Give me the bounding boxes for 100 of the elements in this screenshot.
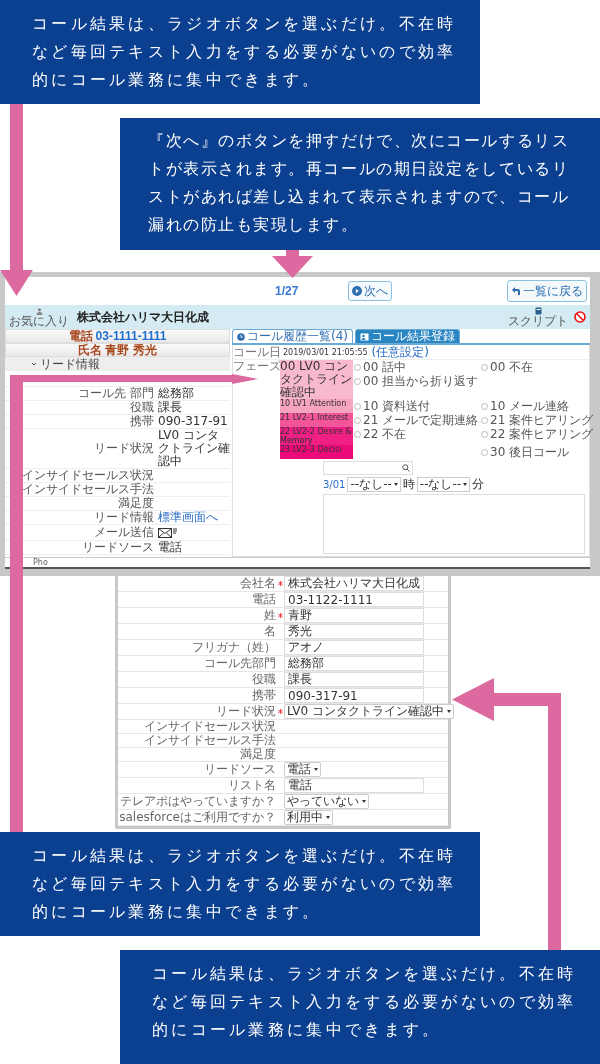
dropdown[interactable]: LV0 コンタクトライン確認中 xyxy=(284,704,455,719)
text-area[interactable] xyxy=(323,494,585,554)
radio-option[interactable]: 00 話中 xyxy=(354,360,481,374)
field-label: リードソース xyxy=(81,541,155,554)
favorite-label: お気に入り xyxy=(9,314,69,327)
field-label: 携帯 xyxy=(251,689,276,702)
script-label: スクリプト xyxy=(508,315,568,327)
envelope-icon xyxy=(158,526,178,539)
field-label: 携帯 xyxy=(129,415,155,428)
contact-name: 青野 秀光 xyxy=(104,341,158,359)
prohibited-icon xyxy=(574,311,586,323)
field-label: salesforceはご利用ですか？ xyxy=(118,811,276,824)
input-field[interactable]: 青野 xyxy=(284,608,424,623)
search-field[interactable] xyxy=(323,461,413,475)
field-label: リード状況 xyxy=(93,442,155,455)
down-arrow xyxy=(272,250,313,278)
field-label: 名 xyxy=(263,625,276,638)
hour-select[interactable]: --なし-- xyxy=(347,476,401,492)
field-label: テレアポはやっていますか？ xyxy=(119,795,276,808)
field-label: 役職 xyxy=(251,673,276,686)
phone-label: 電話 xyxy=(68,327,93,344)
field-label: インサイドセールス手法 xyxy=(143,734,276,747)
input-field[interactable]: 090-317-91 xyxy=(284,688,424,703)
input-field[interactable]: 総務部 xyxy=(284,656,424,671)
page-counter: 1/27 xyxy=(275,284,299,298)
link[interactable]: 標準画面へ xyxy=(158,511,218,524)
dropdown[interactable]: 利用中 xyxy=(284,810,333,825)
phase-item[interactable]: 10 LV1 Attention xyxy=(280,399,353,413)
field-label: 役職 xyxy=(129,401,155,414)
field-label: フリガナ（姓） xyxy=(191,641,276,654)
callout-text: コール結果は、ラジオボタンを選ぶだけ。不在時など毎回テキスト入力をする必要がないので効率的にコール業務に集中できます。 xyxy=(32,13,458,91)
field-label: コール先部門 xyxy=(203,657,276,670)
call-date: 2019/03/01 21:05:55 xyxy=(283,347,368,357)
field-label: 姓 xyxy=(263,609,276,622)
caret-icon xyxy=(326,816,330,819)
company-name: 株式会社ハリマ大日化成 xyxy=(77,308,209,326)
field-label: リード状況 xyxy=(215,705,276,718)
callout-text: コール結果は、ラジオボタンを選ぶだけ。不在時など毎回テキスト入力をする必要がないので効率的にコール業務に集中できます。 xyxy=(32,845,458,923)
field-label: リード情報 xyxy=(93,511,155,524)
phase-item[interactable]: 21 LV2-1 Interest xyxy=(280,413,353,427)
input-field[interactable]: 03-1122-1111 xyxy=(284,592,424,607)
field-label: 会社名 xyxy=(239,577,276,590)
field-label: 電話 xyxy=(251,593,276,606)
field-label: インサイドセールス状況 xyxy=(21,469,155,482)
caret-icon xyxy=(393,482,398,486)
phone-number: 03-1111-1111 xyxy=(95,329,167,343)
dropdown[interactable]: 電話 xyxy=(284,762,321,777)
contact-card-icon xyxy=(360,332,369,341)
next-button[interactable]: 次へ xyxy=(348,281,393,301)
input-field[interactable]: アオノ xyxy=(284,640,424,655)
minute-select[interactable]: --なし-- xyxy=(416,476,471,492)
radio-option[interactable]: 10 資料送付 xyxy=(354,399,481,413)
dropdown[interactable]: やっていない xyxy=(284,794,369,809)
field-label: 満足度 xyxy=(117,497,155,510)
field-label: リスト名 xyxy=(227,779,276,792)
caret-icon xyxy=(447,710,452,713)
field-label: コール日 xyxy=(233,345,280,359)
clock-icon xyxy=(237,332,245,341)
field-label: 満足度 xyxy=(239,748,276,761)
field-value: 課長 xyxy=(158,401,182,414)
radio-option[interactable]: 30 後日コール xyxy=(481,445,591,459)
radio-option[interactable]: 00 不在 xyxy=(481,360,591,374)
name-label: 氏名 xyxy=(77,342,102,358)
unit-label: 分 xyxy=(472,475,485,493)
field-value: LV0 コンタクトライン確認中 xyxy=(158,429,230,468)
field-label: メール送信 xyxy=(93,526,155,539)
input-field[interactable]: 株式会社ハリマ大日化成 xyxy=(284,576,424,591)
input-field[interactable]: 電話 xyxy=(284,778,424,793)
radio-option[interactable]: 00 担当から折り返す xyxy=(354,374,481,388)
tab[interactable]: コール履歴一覧(4) xyxy=(232,329,353,343)
section-header[interactable]: リード情報 xyxy=(5,357,230,371)
return-arrow-icon xyxy=(511,286,521,296)
input-field[interactable]: 課長 xyxy=(284,672,424,687)
phase-item[interactable]: 00 LV0 コンタクトライン確認中 xyxy=(280,360,353,399)
field-value: 電話 xyxy=(158,541,182,554)
field-label: インサイドセールス状況 xyxy=(143,720,276,733)
link[interactable]: 3/01 xyxy=(323,477,346,491)
play-icon xyxy=(352,286,363,296)
back-button[interactable]: 一覧に戻る xyxy=(507,280,587,302)
field-value: 総務部 xyxy=(158,387,194,400)
radio-option[interactable]: 21 メールで定期連絡 xyxy=(354,413,481,427)
search-icon xyxy=(402,464,410,472)
callout-text: 『次へ』のボタンを押すだけで、次にコールするリストが表示されます。再コールの期日設定をしているリストがあれば差し込まれて表示されますので、コール漏れの防止も実現します。 xyxy=(148,130,571,236)
footer-text: Pho xyxy=(33,558,48,567)
input-field[interactable]: 秀光 xyxy=(284,624,424,639)
link[interactable]: (任意設定) xyxy=(371,345,429,359)
field-label: インサイドセールス手法 xyxy=(21,483,155,496)
book-icon xyxy=(534,307,542,315)
field-value: 090-317-91 xyxy=(158,415,228,428)
tab[interactable]: コール結果登録 xyxy=(355,329,460,343)
radio-option[interactable]: 22 不在 xyxy=(354,427,481,441)
callout-text: コール結果は、ラジオボタンを選ぶだけ。不在時など毎回テキスト入力をする必要がないので効率的にコール業務に集中できます。 xyxy=(152,963,578,1041)
caret-icon xyxy=(362,800,366,803)
person-icon xyxy=(35,307,43,315)
radio-option[interactable]: 22 案件ヒアリング xyxy=(481,427,591,441)
section-title: リード情報 xyxy=(40,356,100,373)
field-label: コール先 部門 xyxy=(77,387,155,400)
radio-option[interactable]: 10 メール連絡 xyxy=(481,399,591,413)
radio-option[interactable]: 21 案件ヒアリング xyxy=(481,413,591,427)
caret-icon xyxy=(314,768,318,771)
